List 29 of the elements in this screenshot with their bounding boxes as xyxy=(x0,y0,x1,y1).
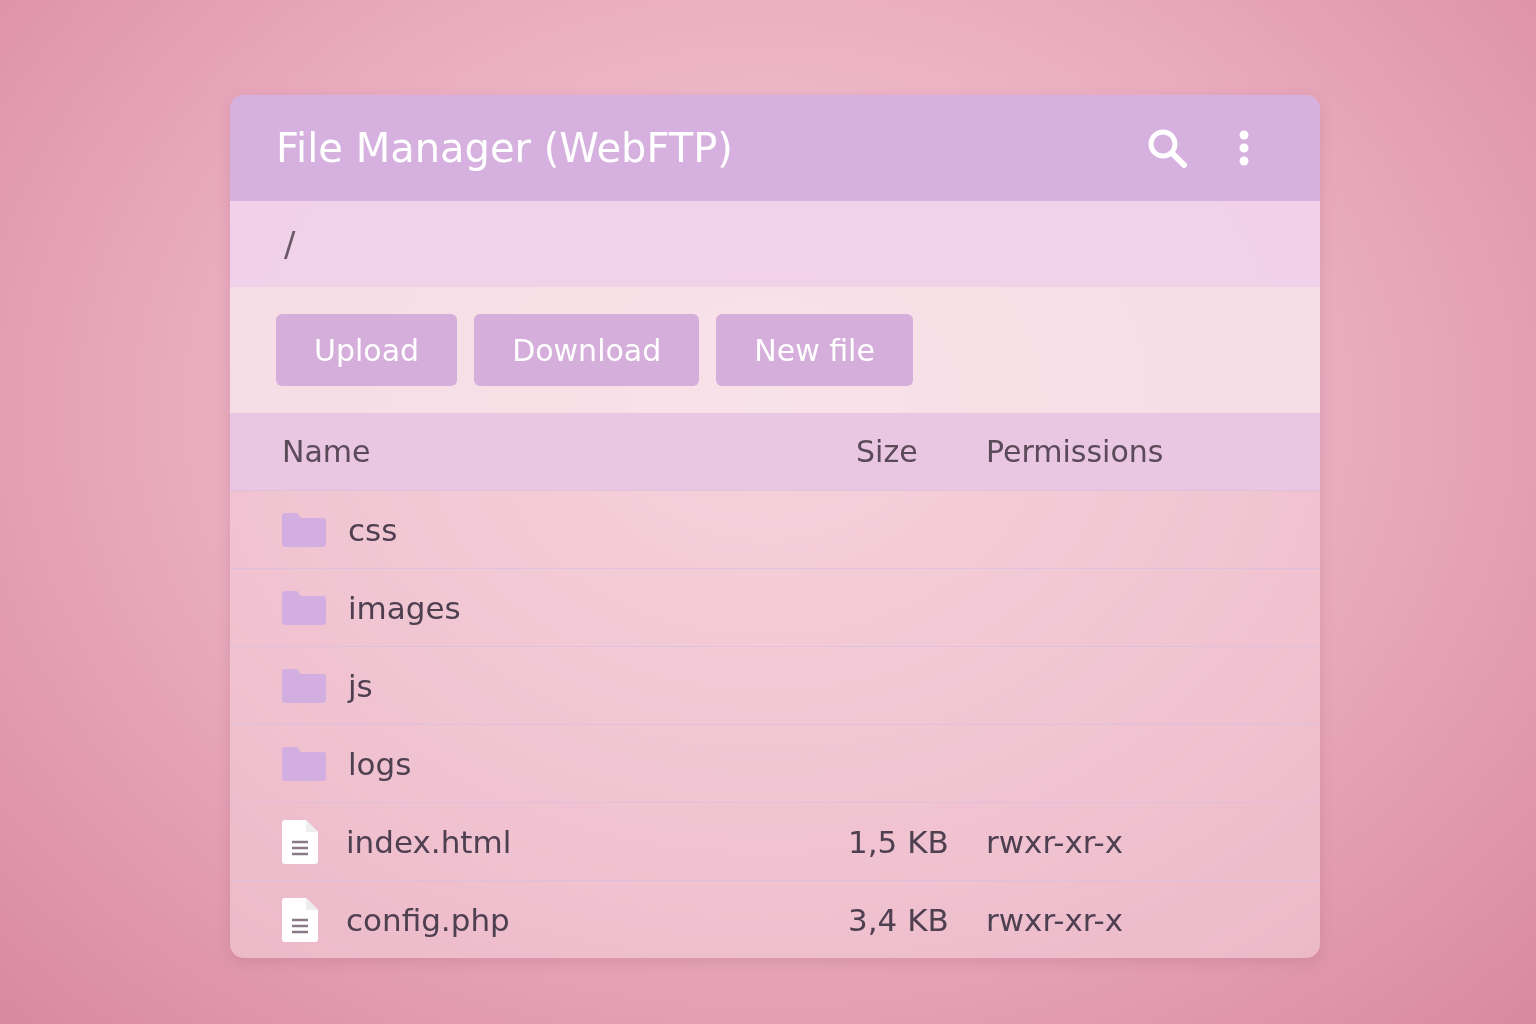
file-name: js xyxy=(348,667,373,704)
document-icon xyxy=(282,819,318,864)
file-name: index.html xyxy=(346,823,512,860)
file-permissions: rwxr-xr-x xyxy=(986,823,1124,860)
current-path: / xyxy=(284,224,296,264)
file-row[interactable]: images xyxy=(230,568,1320,646)
more-menu-icon[interactable] xyxy=(1238,130,1250,166)
column-header[interactable]: Size xyxy=(798,434,986,469)
document-icon xyxy=(282,897,318,942)
file-size: 3,4 KB xyxy=(847,901,950,938)
folder-icon xyxy=(282,746,326,781)
file-row[interactable]: logs xyxy=(230,724,1320,802)
folder-icon xyxy=(282,668,326,703)
file-row[interactable]: css xyxy=(230,490,1320,568)
file-row[interactable]: index.html 1,5 KB rwxr-xr-x xyxy=(230,802,1320,880)
file-name: css xyxy=(348,511,398,548)
search-icon[interactable] xyxy=(1146,127,1188,169)
window-title: File Manager (WebFTP) xyxy=(276,125,733,171)
file-name: logs xyxy=(348,745,412,782)
file-name: config.php xyxy=(346,901,510,938)
folder-icon xyxy=(282,512,326,547)
column-header[interactable]: Name xyxy=(230,434,798,469)
file-permissions: rwxr-xr-x xyxy=(986,901,1124,938)
folder-icon xyxy=(282,590,326,625)
file-row[interactable]: js xyxy=(230,646,1320,724)
file-name: images xyxy=(348,589,461,626)
file-row[interactable]: config.php 3,4 KB rwxr-xr-x xyxy=(230,880,1320,958)
file-size: 1,5 KB xyxy=(847,823,950,860)
column-header[interactable]: Permissions xyxy=(986,434,1164,469)
